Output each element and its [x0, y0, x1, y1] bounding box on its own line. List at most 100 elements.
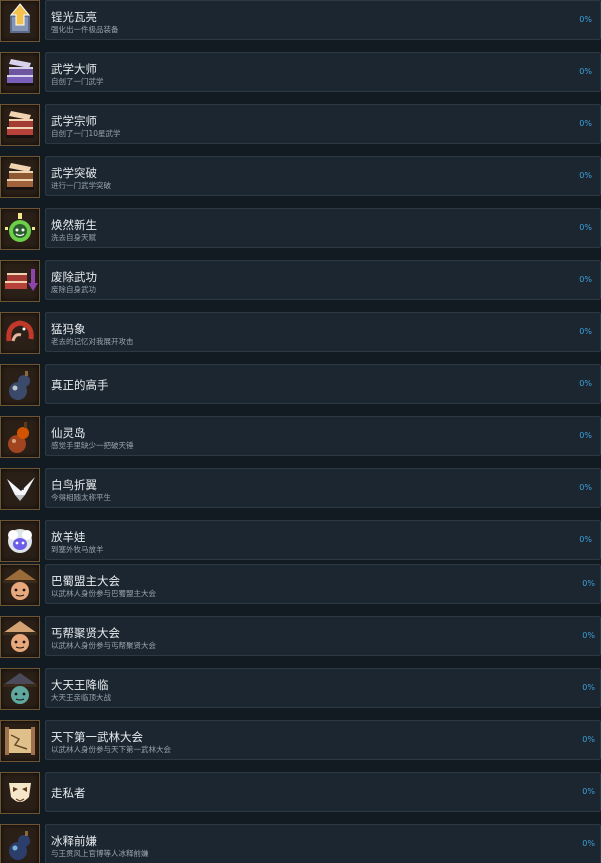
achievement-row[interactable]: 废除武功 废除自身武功 0%: [0, 260, 601, 312]
achievement-title: 放羊娃: [51, 530, 86, 544]
achievement-row[interactable]: 真正的高手 0%: [0, 364, 601, 416]
achievement-row[interactable]: 猛犸象 老去的记忆对我展开攻击 0%: [0, 312, 601, 364]
achievement-card[interactable]: 冰释前嫌 与王贯风上官博等人冰释前嫌 0%: [45, 824, 601, 863]
achievement-percent: 0%: [582, 839, 595, 848]
achievement-percent: 0%: [579, 223, 592, 232]
achievement-card[interactable]: 真正的高手 0%: [45, 364, 601, 404]
achievement-row[interactable]: 丐帮聚贤大会 以武林人身份参与丐帮聚贤大会 0%: [0, 616, 601, 668]
achievement-title: 真正的高手: [51, 378, 109, 392]
gourd-icon: [0, 416, 40, 458]
achievement-percent: 0%: [579, 119, 592, 128]
achievement-description: 与王贯风上官博等人冰释前嫌: [51, 849, 149, 858]
achievement-title: 白鸟折翼: [51, 478, 97, 492]
achievement-percent: 0%: [579, 15, 592, 24]
achievement-title: 仙灵岛: [51, 426, 86, 440]
hat-warrior-icon: [0, 564, 40, 606]
achievement-list: 锃光瓦亮 强化出一件极品装备 0% 武学大师 自创了一门武学 0% 武学宗师 自创了一门1…: [0, 0, 601, 863]
achievement-card[interactable]: 焕然新生 洗去自身天赋 0%: [45, 208, 601, 248]
achievement-card[interactable]: 废除武功 废除自身武功 0%: [45, 260, 601, 300]
reborn-face-icon: [0, 208, 40, 250]
achievement-description: 强化出一件极品装备: [51, 25, 119, 34]
achievement-percent: 0%: [579, 171, 592, 180]
achievement-description: 今得相随太称平生: [51, 493, 111, 502]
achievement-title: 冰释前嫌: [51, 834, 97, 848]
achievement-title: 巴蜀盟主大会: [51, 574, 120, 588]
achievement-percent: 0%: [579, 379, 592, 388]
achievement-row[interactable]: 冰释前嫌 与王贯风上官博等人冰释前嫌 0%: [0, 824, 601, 863]
achievement-description: 以武林人身份参与丐帮聚贤大会: [51, 641, 156, 650]
achievement-title: 大天王降临: [51, 678, 109, 692]
white-bird-icon: [0, 468, 40, 510]
red-book-icon: [0, 104, 40, 146]
achievement-title: 丐帮聚贤大会: [51, 626, 120, 640]
achievement-row[interactable]: 天下第一武林大会 以武林人身份参与天下第一武林大会 0%: [0, 720, 601, 772]
achievement-percent: 0%: [582, 579, 595, 588]
achievement-card[interactable]: 走私者 0%: [45, 772, 601, 812]
achievement-title: 猛犸象: [51, 322, 86, 336]
book-down-arrow-icon: [0, 260, 40, 302]
achievement-description: 到塞外牧马放羊: [51, 545, 104, 554]
achievement-card[interactable]: 仙灵岛 感觉手里缺少一把破天锤 0%: [45, 416, 601, 456]
achievement-card[interactable]: 天下第一武林大会 以武林人身份参与天下第一武林大会 0%: [45, 720, 601, 760]
achievement-percent: 0%: [579, 67, 592, 76]
straw-hat-beggar-icon: [0, 616, 40, 658]
achievement-card[interactable]: 丐帮聚贤大会 以武林人身份参与丐帮聚贤大会 0%: [45, 616, 601, 656]
achievement-description: 进行一门武学突破: [51, 181, 111, 190]
achievement-card[interactable]: 武学突破 进行一门武学突破 0%: [45, 156, 601, 196]
achievement-card[interactable]: 锃光瓦亮 强化出一件极品装备 0%: [45, 0, 601, 40]
achievement-description: 洗去自身天赋: [51, 233, 96, 242]
upgrade-arrow-icon: [0, 0, 40, 42]
gourd-bomb-icon: [0, 364, 40, 406]
achievement-percent: 0%: [582, 631, 595, 640]
achievement-percent: 0%: [579, 431, 592, 440]
achievement-row[interactable]: 仙灵岛 感觉手里缺少一把破天锤 0%: [0, 416, 601, 468]
achievement-row[interactable]: 武学突破 进行一门武学突破 0%: [0, 156, 601, 208]
achievement-title: 焕然新生: [51, 218, 97, 232]
achievement-card[interactable]: 武学大师 自创了一门武学 0%: [45, 52, 601, 92]
smuggler-mask-icon: [0, 772, 40, 814]
scroll-map-icon: [0, 720, 40, 762]
achievement-description: 以武林人身份参与巴蜀盟主大会: [51, 589, 156, 598]
achievement-percent: 0%: [582, 683, 595, 692]
achievement-description: 大天王亲临顶大战: [51, 693, 111, 702]
achievement-card[interactable]: 大天王降临 大天王亲临顶大战 0%: [45, 668, 601, 708]
achievement-description: 自创了一门10星武学: [51, 129, 121, 138]
brown-book-icon: [0, 156, 40, 198]
achievement-percent: 0%: [579, 327, 592, 336]
achievement-description: 老去的记忆对我展开攻击: [51, 337, 134, 346]
achievement-row[interactable]: 锃光瓦亮 强化出一件极品装备 0%: [0, 0, 601, 52]
sheep-icon: [0, 520, 40, 562]
achievement-title: 走私者: [51, 786, 86, 800]
achievement-row[interactable]: 白鸟折翼 今得相随太称平生 0%: [0, 468, 601, 520]
achievement-row[interactable]: 大天王降临 大天王亲临顶大战 0%: [0, 668, 601, 720]
achievement-description: 废除自身武功: [51, 285, 96, 294]
achievement-percent: 0%: [582, 735, 595, 744]
achievement-title: 废除武功: [51, 270, 97, 284]
achievement-card[interactable]: 巴蜀盟主大会 以武林人身份参与巴蜀盟主大会 0%: [45, 564, 601, 604]
achievement-percent: 0%: [579, 535, 592, 544]
achievement-row[interactable]: 武学宗师 自创了一门10星武学 0%: [0, 104, 601, 156]
achievement-title: 武学宗师: [51, 114, 97, 128]
achievement-title: 锃光瓦亮: [51, 10, 97, 24]
achievement-description: 感觉手里缺少一把破天锤: [51, 441, 134, 450]
achievement-row[interactable]: 走私者 0%: [0, 772, 601, 824]
achievement-card[interactable]: 猛犸象 老去的记忆对我展开攻击 0%: [45, 312, 601, 352]
achievement-description: 自创了一门武学: [51, 77, 104, 86]
achievement-percent: 0%: [582, 787, 595, 796]
purple-book-icon: [0, 52, 40, 94]
achievement-percent: 0%: [579, 483, 592, 492]
achievement-card[interactable]: 白鸟折翼 今得相随太称平生 0%: [45, 468, 601, 508]
achievement-card[interactable]: 武学宗师 自创了一门10星武学 0%: [45, 104, 601, 144]
achievement-row[interactable]: 巴蜀盟主大会 以武林人身份参与巴蜀盟主大会 0%: [0, 564, 601, 616]
achievement-title: 武学大师: [51, 62, 97, 76]
achievement-title: 天下第一武林大会: [51, 730, 143, 744]
achievement-percent: 0%: [579, 275, 592, 284]
achievement-row[interactable]: 焕然新生 洗去自身天赋 0%: [0, 208, 601, 260]
achievement-row[interactable]: 武学大师 自创了一门武学 0%: [0, 52, 601, 104]
achievement-description: 以武林人身份参与天下第一武林大会: [51, 745, 171, 754]
achievement-title: 武学突破: [51, 166, 97, 180]
heavenly-king-icon: [0, 668, 40, 710]
achievement-card[interactable]: 放羊娃 到塞外牧马放羊 0%: [45, 520, 601, 560]
mammoth-icon: [0, 312, 40, 354]
blue-gourd-icon: [0, 824, 40, 863]
